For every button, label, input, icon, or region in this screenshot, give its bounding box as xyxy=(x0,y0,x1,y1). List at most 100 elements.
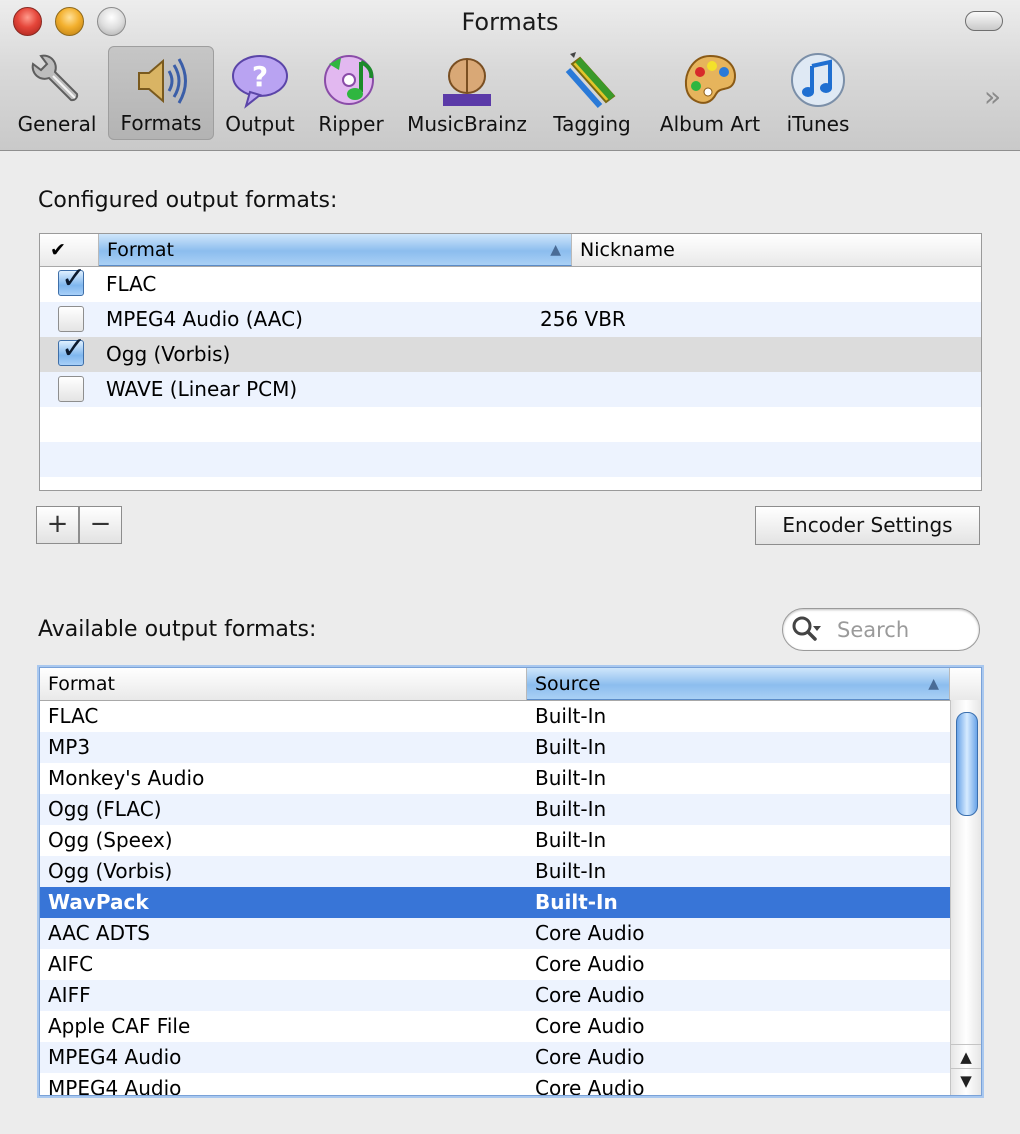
window-title: Formats xyxy=(461,8,559,36)
source-cell: Built-In xyxy=(535,704,607,728)
source-cell: Built-In xyxy=(535,766,607,790)
toolbar-item-label: iTunes xyxy=(786,112,850,136)
configured-formats-label: Configured output formats: xyxy=(38,188,338,213)
toolbar-item-label: Ripper xyxy=(318,112,384,136)
table-row[interactable]: WAVE (Linear PCM) xyxy=(40,372,981,407)
source-cell: Core Audio xyxy=(535,983,645,1007)
toolbar-item-general[interactable]: General xyxy=(10,46,104,140)
source-cell: Core Audio xyxy=(535,1045,645,1069)
sort-ascending-icon: ▲ xyxy=(928,676,939,692)
format-cell: AAC ADTS xyxy=(48,921,150,945)
source-cell: Built-In xyxy=(535,797,607,821)
nickname-cell: 256 VBR xyxy=(540,307,626,331)
table-row[interactable]: AIFF Core Audio xyxy=(40,980,950,1011)
toolbar-overflow-button[interactable]: » xyxy=(984,80,1001,113)
toolbar-item-output[interactable]: ? Output xyxy=(218,46,302,140)
search-input[interactable] xyxy=(835,615,969,645)
format-cell: MPEG4 Audio (AAC) xyxy=(106,307,303,331)
available-table-header: Format Source ▲ xyxy=(40,668,981,701)
source-cell: Core Audio xyxy=(535,952,645,976)
enabled-checkbox[interactable] xyxy=(58,306,84,332)
toolbar-item-itunes[interactable]: iTunes xyxy=(778,46,858,140)
musicbrainz-icon xyxy=(443,58,491,106)
configured-formats-table: ✔ Format ▲ Nickname ✓ FLAC MPEG4 Audio (… xyxy=(39,233,982,491)
question-bubble-icon: ? xyxy=(232,55,288,109)
table-row[interactable]: Monkey's Audio Built-In xyxy=(40,763,950,794)
enabled-checkbox[interactable] xyxy=(58,376,84,402)
search-icon xyxy=(792,616,821,641)
format-cell: FLAC xyxy=(106,272,157,296)
encoder-settings-button[interactable]: Encoder Settings xyxy=(755,506,980,545)
configured-table-header: ✔ Format ▲ Nickname xyxy=(40,234,981,267)
toolbar-item-label: Tagging xyxy=(553,112,631,136)
table-row[interactable]: AAC ADTS Core Audio xyxy=(40,918,950,949)
column-header-format[interactable]: Format ▲ xyxy=(99,234,572,266)
checkmark-icon: ✓ xyxy=(61,261,87,296)
itunes-icon xyxy=(791,53,845,107)
table-row[interactable]: ✓ FLAC xyxy=(40,261,981,302)
empty-row xyxy=(40,477,981,490)
table-row[interactable]: Apple CAF File Core Audio xyxy=(40,1011,950,1042)
toolbar-item-label: Album Art xyxy=(659,112,761,136)
column-header-source[interactable]: Source ▲ xyxy=(527,668,950,700)
vertical-scrollbar[interactable]: ▲ ▼ xyxy=(950,700,981,1095)
toolbar: Formats General Formats ? Output Ripper … xyxy=(0,0,1020,151)
column-header-format[interactable]: Format xyxy=(40,668,527,700)
toolbar-toggle-button[interactable] xyxy=(965,11,1003,31)
toolbar-item-musicbrainz[interactable]: MusicBrainz xyxy=(400,46,534,140)
toolbar-item-formats[interactable]: Formats xyxy=(108,46,214,140)
format-cell: Monkey's Audio xyxy=(48,766,205,790)
wrench-icon xyxy=(31,54,79,102)
table-row[interactable]: MPEG4 Audio (AAC) 256 VBR xyxy=(40,302,981,337)
source-cell: Core Audio xyxy=(535,921,645,945)
format-cell: Apple CAF File xyxy=(48,1014,191,1038)
table-row-selected[interactable]: WavPack Built-In xyxy=(40,887,950,918)
source-cell: Core Audio xyxy=(535,1014,645,1038)
scroll-down-arrow-icon[interactable]: ▼ xyxy=(951,1068,981,1093)
toolbar-item-album-art[interactable]: Album Art xyxy=(650,46,770,140)
format-cell: WavPack xyxy=(48,890,149,914)
toolbar-item-tagging[interactable]: Tagging xyxy=(544,46,640,140)
toolbar-item-label: General xyxy=(17,112,97,136)
table-row[interactable]: AIFC Core Audio xyxy=(40,949,950,980)
format-cell: Ogg (Vorbis) xyxy=(48,859,173,883)
format-cell: AIFC xyxy=(48,952,94,976)
search-field[interactable] xyxy=(782,608,980,651)
source-cell: Built-In xyxy=(535,890,618,914)
format-cell: AIFF xyxy=(48,983,91,1007)
enabled-checkbox[interactable]: ✓ xyxy=(58,331,86,366)
speaker-icon xyxy=(138,58,187,104)
sort-ascending-icon: ▲ xyxy=(550,242,561,258)
format-cell: WAVE (Linear PCM) xyxy=(106,377,298,401)
format-cell: MPEG4 Audio xyxy=(48,1045,182,1069)
crayons-icon xyxy=(565,52,616,108)
table-row[interactable]: Ogg (Speex) Built-In xyxy=(40,825,950,856)
available-table-body: FLAC Built-In MP3 Built-In Monkey's Audi… xyxy=(40,701,950,1095)
format-cell: Ogg (Vorbis) xyxy=(106,342,231,366)
table-row[interactable]: Ogg (FLAC) Built-In xyxy=(40,794,950,825)
scroll-up-arrow-icon[interactable]: ▲ xyxy=(951,1044,981,1069)
add-format-button[interactable]: + xyxy=(36,506,79,544)
toolbar-item-ripper[interactable]: Ripper xyxy=(308,46,394,140)
palette-icon xyxy=(684,54,736,104)
table-row[interactable]: FLAC Built-In xyxy=(40,701,950,732)
table-row[interactable]: ✓ Ogg (Vorbis) xyxy=(40,331,981,372)
table-row[interactable]: MPEG4 Audio Core Audio xyxy=(40,1042,950,1073)
column-header-nickname[interactable]: Nickname xyxy=(572,234,981,266)
toolbar-item-label: Formats xyxy=(120,111,202,135)
toolbar-item-label: MusicBrainz xyxy=(407,112,527,136)
svg-text:?: ? xyxy=(252,60,268,93)
scrollbar-thumb[interactable] xyxy=(956,712,978,816)
remove-format-button[interactable]: − xyxy=(79,506,122,544)
table-row[interactable]: Ogg (Vorbis) Built-In xyxy=(40,856,950,887)
format-cell: MP3 xyxy=(48,735,91,759)
format-cell: MPEG4 Audio xyxy=(48,1076,182,1095)
cd-note-icon xyxy=(324,55,374,105)
checkmark-icon: ✓ xyxy=(61,331,87,366)
toolbar-item-label: Output xyxy=(225,112,295,136)
empty-row xyxy=(40,407,981,442)
table-row[interactable]: MP3 Built-In xyxy=(40,732,950,763)
table-row[interactable]: MPEG4 Audio Core Audio xyxy=(40,1073,950,1095)
enabled-checkbox[interactable]: ✓ xyxy=(58,261,86,296)
format-cell: Ogg (Speex) xyxy=(48,828,173,852)
